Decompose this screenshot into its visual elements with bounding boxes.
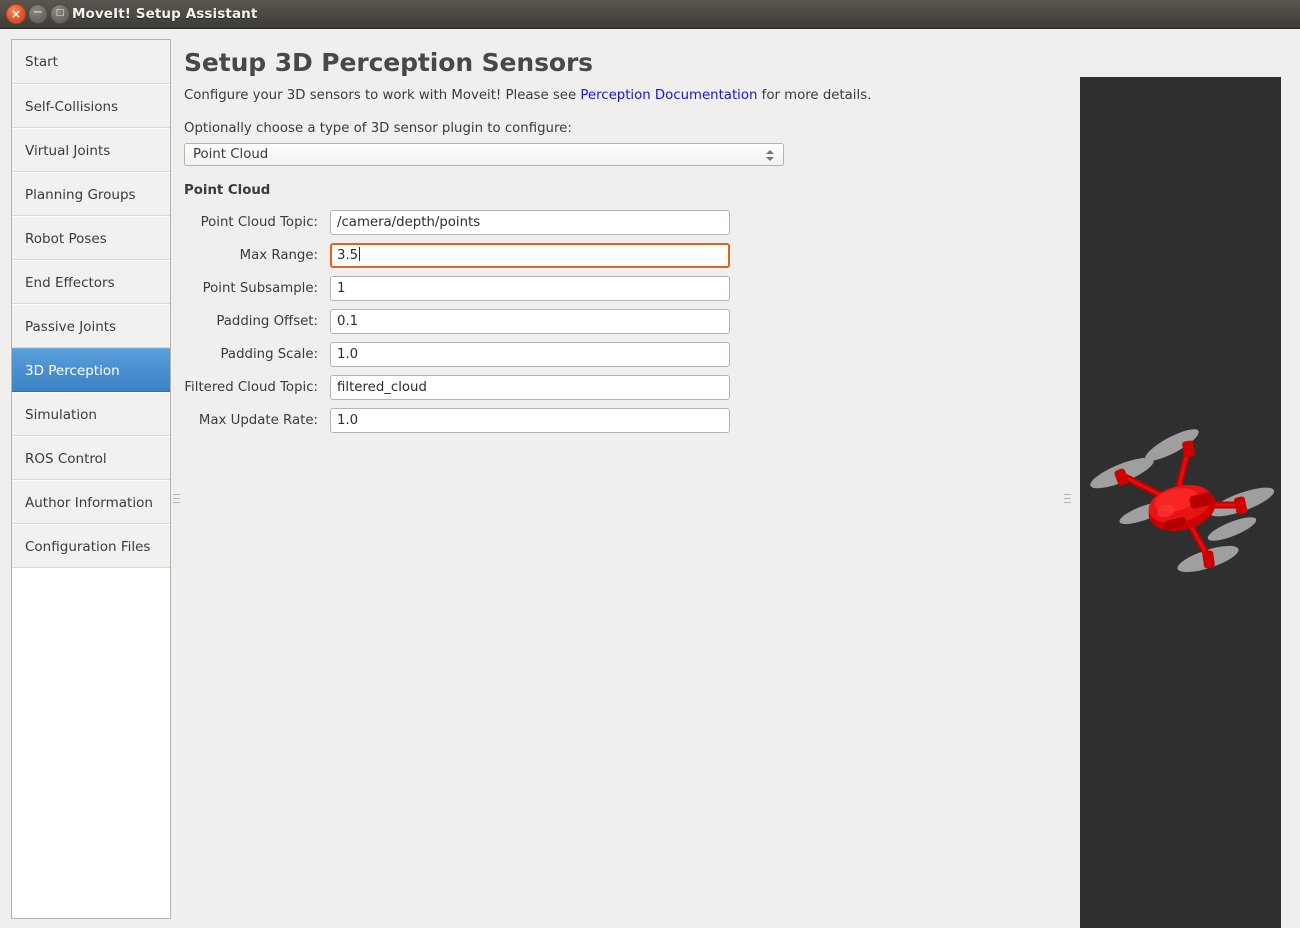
sidebar-item-simulation[interactable]: Simulation — [12, 392, 170, 436]
form-row: Max Range: 3.5 — [182, 242, 1058, 268]
splitter-handle-right[interactable] — [1062, 68, 1073, 928]
form-row: Filtered Cloud Topic: filtered_cloud — [182, 374, 1058, 400]
maximize-icon: □ — [55, 7, 65, 18]
field-input-padding-scale[interactable]: 1.0 — [330, 341, 730, 367]
title-bar: × − □ MoveIt! Setup Assistant — [0, 0, 1300, 29]
field-value: 1.0 — [337, 346, 359, 362]
field-input-point-subsample[interactable]: 1 — [330, 275, 730, 301]
window-title: MoveIt! Setup Assistant — [72, 6, 258, 22]
sidebar-item-end-effectors[interactable]: End Effectors — [12, 260, 170, 304]
field-input-max-update-rate[interactable]: 1.0 — [330, 407, 730, 433]
field-label: Filtered Cloud Topic: — [184, 379, 318, 395]
description-text-after: for more details. — [757, 88, 872, 103]
grip-icon — [1064, 493, 1071, 503]
point-cloud-group-title: Point Cloud — [184, 183, 271, 198]
application-window: × − □ MoveIt! Setup Assistant Start Self-… — [0, 0, 1300, 928]
field-value: filtered_cloud — [337, 379, 427, 395]
perception-documentation-link[interactable]: Perception Documentation — [580, 88, 757, 103]
maximize-button[interactable]: □ — [50, 4, 70, 24]
sensor-plugin-select[interactable]: Point Cloud — [184, 143, 784, 166]
sidebar-item-planning-groups[interactable]: Planning Groups — [12, 172, 170, 216]
field-value: 3.5 — [337, 247, 359, 263]
sidebar-item-ros-control[interactable]: ROS Control — [12, 436, 170, 480]
plugin-prompt-label: Optionally choose a type of 3D sensor pl… — [184, 121, 572, 136]
sidebar-item-passive-joints[interactable]: Passive Joints — [12, 304, 170, 348]
close-icon: × — [10, 6, 22, 21]
form-row: Point Cloud Topic: /camera/depth/points — [182, 209, 1058, 235]
chevron-updown-icon — [765, 146, 775, 165]
field-label: Point Cloud Topic: — [200, 214, 318, 230]
form-row: Padding Offset: 0.1 — [182, 308, 1058, 334]
form-row: Max Update Rate: 1.0 — [182, 407, 1058, 433]
navigation-sidebar[interactable]: Start Self-Collisions Virtual Joints Planni… — [11, 39, 171, 919]
drone-model — [1090, 429, 1275, 573]
description-text-before: Configure your 3D sensors to work with M… — [184, 88, 581, 103]
splitter-handle-left[interactable] — [171, 68, 182, 928]
sidebar-item-author-information[interactable]: Author Information — [12, 480, 170, 524]
field-value: 1.0 — [337, 412, 359, 428]
minimize-button[interactable]: − — [28, 4, 48, 24]
field-input-padding-offset[interactable]: 0.1 — [330, 308, 730, 334]
field-input-max-range[interactable]: 3.5 — [330, 242, 730, 268]
field-value: /camera/depth/points — [337, 214, 481, 230]
point-cloud-form: Point Cloud Topic: /camera/depth/points Ma… — [182, 209, 1058, 433]
minimize-icon: − — [32, 4, 44, 20]
sidebar-item-virtual-joints[interactable]: Virtual Joints — [12, 128, 170, 172]
window-controls: × − □ — [6, 4, 70, 24]
sidebar-item-configuration-files[interactable]: Configuration Files — [12, 524, 170, 568]
robot-3d-viewport[interactable] — [1080, 77, 1281, 928]
grip-icon — [173, 493, 180, 503]
field-label: Max Range: — [239, 247, 318, 263]
field-label: Padding Scale: — [220, 346, 319, 362]
form-row: Padding Scale: 1.0 — [182, 341, 1058, 367]
field-label: Point Subsample: — [202, 280, 318, 296]
field-value: 1 — [337, 280, 346, 296]
field-label: Padding Offset: — [216, 313, 318, 329]
field-input-filtered-cloud-topic[interactable]: filtered_cloud — [330, 374, 730, 400]
field-input-point-cloud-topic[interactable]: /camera/depth/points — [330, 209, 730, 235]
page-title: Setup 3D Perception Sensors — [184, 48, 593, 77]
close-button[interactable]: × — [6, 4, 26, 24]
page-description: Configure your 3D sensors to work with M… — [184, 88, 1058, 103]
main-panel: Setup 3D Perception Sensors Configure yo… — [182, 39, 1058, 919]
field-value: 0.1 — [337, 313, 359, 329]
window-body: Start Self-Collisions Virtual Joints Planni… — [0, 29, 1300, 928]
field-label: Max Update Rate: — [198, 412, 318, 428]
form-row: Point Subsample: 1 — [182, 275, 1058, 301]
sidebar-item-self-collisions[interactable]: Self-Collisions — [12, 84, 170, 128]
sidebar-item-robot-poses[interactable]: Robot Poses — [12, 216, 170, 260]
sidebar-item-start[interactable]: Start — [12, 40, 170, 84]
sidebar-item-3d-perception[interactable]: 3D Perception — [12, 348, 170, 392]
sensor-plugin-selected-value: Point Cloud — [193, 147, 269, 162]
text-caret — [359, 246, 361, 261]
